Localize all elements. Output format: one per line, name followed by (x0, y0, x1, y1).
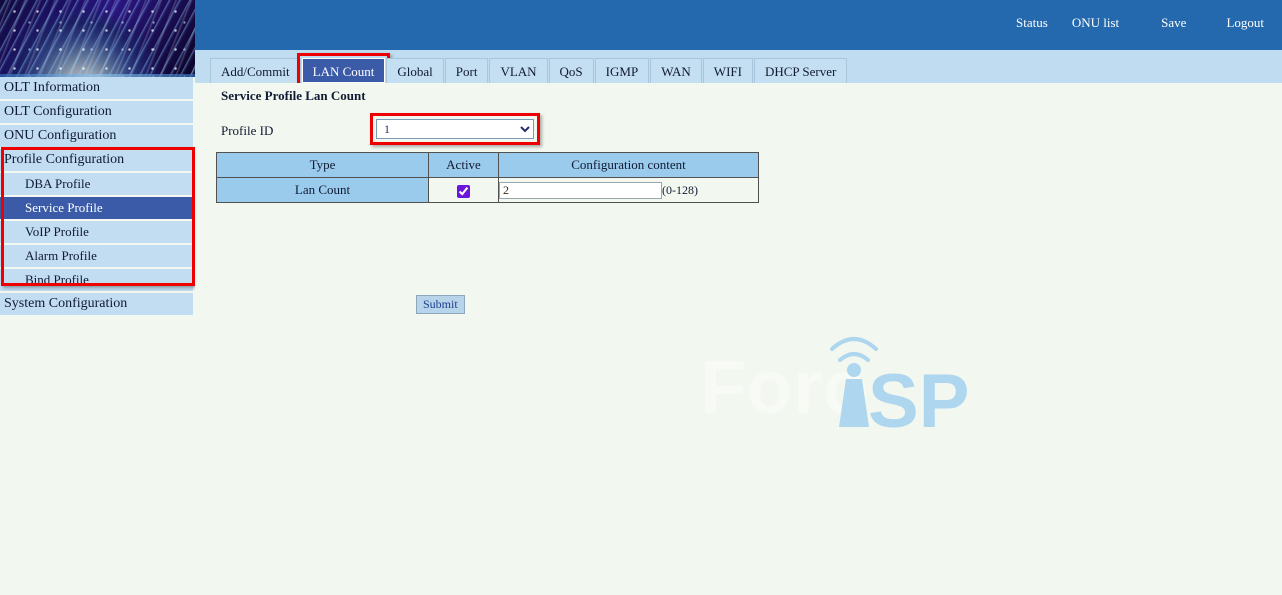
tab-bar: Add/Commit LAN Count Global Port VLAN Qo… (195, 50, 1282, 87)
configuration-table: Type Active Configuration content Lan Co… (216, 152, 759, 203)
profile-id-row: Profile ID 1 (221, 113, 741, 145)
sidebar-item-service-profile[interactable]: Service Profile (0, 197, 193, 219)
sidebar-item-olt-configuration[interactable]: OLT Configuration (0, 101, 193, 123)
banner-image (0, 0, 195, 77)
tab-dhcp-server[interactable]: DHCP Server (753, 58, 848, 83)
tab-igmp[interactable]: IGMP (594, 58, 650, 83)
sidebar-item-profile-configuration[interactable]: Profile Configuration (0, 149, 193, 171)
row-type-label: Lan Count (216, 177, 429, 203)
watermark-text-foro: Foro (700, 345, 869, 430)
table-row: Lan Count (0-128) (216, 177, 759, 203)
foroisp-watermark: Foro SP (700, 331, 972, 444)
table-header-row: Type Active Configuration content (216, 152, 759, 178)
header-link-status[interactable]: Status (1016, 15, 1048, 31)
header-link-logout[interactable]: Logout (1226, 15, 1264, 31)
tab-wan[interactable]: WAN (650, 58, 702, 83)
header-link-onu-list[interactable]: ONU list (1072, 15, 1119, 31)
watermark-signal-arcs (830, 337, 878, 362)
row-config-cell: (0-128) (498, 177, 759, 203)
watermark-tower-icon (839, 379, 869, 427)
lan-count-range-hint: (0-128) (662, 182, 698, 197)
watermark-text-sp: SP (868, 359, 969, 431)
header-link-save[interactable]: Save (1161, 15, 1186, 31)
banner-light-dots (0, 0, 195, 77)
submit-button[interactable]: Submit (416, 295, 465, 314)
sidebar-item-bind-profile[interactable]: Bind Profile (0, 269, 193, 291)
tab-vlan[interactable]: VLAN (489, 58, 548, 83)
tab-qos[interactable]: QoS (548, 58, 594, 83)
row-active-cell (428, 177, 499, 203)
page-title: Service Profile Lan Count (221, 88, 366, 103)
sidebar: OLT Information OLT Configuration ONU Co… (0, 77, 195, 317)
sidebar-item-voip-profile[interactable]: VoIP Profile (0, 221, 193, 243)
lan-count-active-checkbox[interactable] (457, 184, 470, 198)
header-links: Status ONU list Save Logout (1016, 15, 1264, 31)
profile-id-label: Profile ID (221, 123, 274, 138)
lan-count-input[interactable] (499, 181, 662, 199)
sidebar-item-system-configuration[interactable]: System Configuration (0, 293, 193, 315)
sidebar-item-alarm-profile[interactable]: Alarm Profile (0, 245, 193, 267)
page-root: Status ONU list Save Logout Add/Commit L… (0, 0, 1282, 595)
profile-id-select-wrapper: 1 (370, 113, 540, 145)
tab-add-commit[interactable]: Add/Commit (210, 58, 301, 83)
table-header-active: Active (428, 152, 499, 178)
tab-lan-count[interactable]: LAN Count (296, 53, 391, 87)
tab-wifi[interactable]: WIFI (702, 58, 753, 83)
tab-port[interactable]: Port (444, 58, 489, 83)
profile-id-select[interactable]: 1 (376, 119, 534, 139)
tab-global[interactable]: Global (386, 58, 444, 83)
sidebar-item-olt-information[interactable]: OLT Information (0, 77, 193, 99)
main-content: Service Profile Lan Count Profile ID 1 T… (195, 83, 1282, 595)
header-bar: Status ONU list Save Logout (195, 0, 1282, 50)
watermark-antenna-dot (847, 363, 861, 377)
table-header-type: Type (216, 152, 429, 178)
table-header-config: Configuration content (498, 152, 759, 178)
sidebar-item-onu-configuration[interactable]: ONU Configuration (0, 125, 193, 147)
sidebar-item-dba-profile[interactable]: DBA Profile (0, 173, 193, 195)
